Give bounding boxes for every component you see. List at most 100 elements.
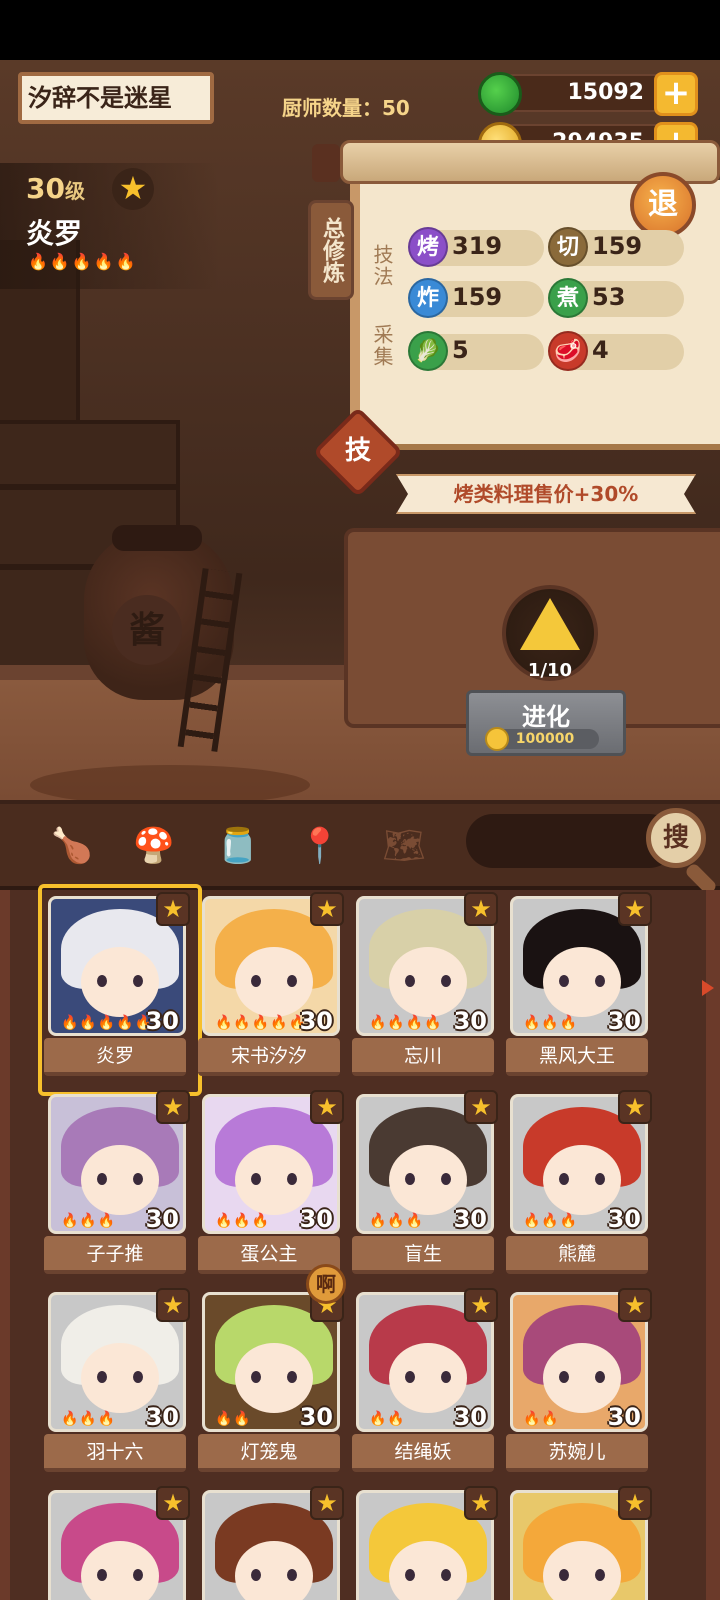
chef-card-name: 灯笼鬼 [198, 1434, 340, 1472]
chef-count-value: 50 [382, 96, 410, 120]
bake-value: 319 [452, 232, 503, 260]
portrait-eyes [557, 1569, 607, 1581]
cut-badge: 切 [548, 227, 588, 267]
portrait-eyes [557, 1371, 607, 1383]
total-training-tab[interactable]: 总修炼 [308, 200, 354, 300]
gather-vegetable: 🥬 5 [408, 331, 544, 371]
skill-bonus-banner: 烤类料理售价+30% [396, 474, 696, 514]
portrait-eyes [95, 1371, 145, 1383]
portrait-eyes [557, 1173, 607, 1185]
fry-badge: 炸 [408, 278, 448, 318]
chef-count-label: 厨师数量： [282, 96, 382, 120]
portrait-eyes [95, 1173, 145, 1185]
star-icon: ★ [464, 1288, 498, 1322]
chef-card[interactable]: ★ [198, 1486, 344, 1600]
chef-level-value: 30 [26, 172, 65, 205]
star-icon: ★ [310, 1090, 344, 1124]
chef-card[interactable]: 🔥🔥🔥 30 ★ 蛋公主 [198, 1090, 344, 1280]
chef-rarity-flames: 🔥🔥🔥🔥🔥 [28, 252, 138, 271]
chef-card-name: 苏婉儿 [506, 1434, 648, 1472]
location-icon[interactable]: 📍 [296, 822, 344, 870]
jade-icon [478, 72, 522, 116]
chef-card[interactable]: 🔥🔥🔥 30 ★ 熊麓 [506, 1090, 652, 1280]
skill-boil: 煮 53 [548, 278, 684, 318]
chef-card-level: 30 [453, 1007, 487, 1035]
chef-card[interactable]: 🔥🔥🔥 30 ★ 子子推 [44, 1090, 190, 1280]
rarity-flames: 🔥🔥 [215, 1411, 252, 1427]
scroll-cap [312, 144, 340, 182]
chef-card[interactable]: 🔥🔥 30 ★ 结绳妖 [352, 1288, 498, 1478]
boil-value: 53 [592, 283, 626, 311]
star-icon: ★ [618, 1486, 652, 1520]
chef-card-name: 羽十六 [44, 1434, 186, 1472]
skill-fry: 炸 159 [408, 278, 544, 318]
rarity-flames: 🔥🔥🔥🔥 [369, 1015, 443, 1031]
chef-card-level: 30 [453, 1205, 487, 1233]
chef-card[interactable]: 🔥🔥🔥 30 ★ 盲生 [352, 1090, 498, 1280]
star-icon: ★ [464, 1090, 498, 1124]
portrait-eyes [249, 1371, 299, 1383]
chef-card-name: 炎罗 [44, 1038, 186, 1076]
chef-card-level: 30 [145, 1205, 179, 1233]
chef-card-level: 30 [299, 1403, 333, 1431]
drumstick-icon[interactable]: 🍗 [48, 822, 96, 870]
star-icon: ★ [464, 892, 498, 926]
chef-card-level: 30 [607, 1403, 641, 1431]
jar-label: 酱 [112, 595, 182, 665]
mushroom-icon[interactable]: 🍄 [130, 822, 178, 870]
rarity-flames: 🔥🔥🔥 [61, 1213, 117, 1229]
chef-card-level: 30 [299, 1007, 333, 1035]
star-icon[interactable]: ★ [112, 168, 154, 210]
skill-cut: 切 159 [548, 227, 684, 267]
skill-bake: 烤 319 [408, 227, 544, 267]
search-button[interactable]: 搜 [646, 808, 706, 868]
chef-card-level: 30 [299, 1205, 333, 1233]
rarity-flames: 🔥🔥 [523, 1411, 560, 1427]
chef-card-name: 忘川 [352, 1038, 494, 1076]
vegetable-icon: 🥬 [408, 331, 448, 371]
chef-card-level: 30 [145, 1403, 179, 1431]
chef-card-name: 熊麓 [506, 1236, 648, 1274]
jade-counter: 15092 + [478, 72, 698, 116]
jar-icon[interactable]: 🫙 [214, 822, 262, 870]
character-shadow [30, 765, 310, 800]
chef-card[interactable]: ★ [44, 1486, 190, 1600]
fry-value: 159 [452, 283, 503, 311]
portrait-eyes [557, 975, 607, 987]
chef-count: 厨师数量：50 [282, 92, 410, 121]
add-jade-button[interactable]: + [654, 72, 698, 116]
chef-card[interactable]: ★ [352, 1486, 498, 1600]
chef-card[interactable]: 🔥🔥🔥🔥 30 ★ 忘川 [352, 892, 498, 1082]
star-icon: ★ [464, 1486, 498, 1520]
chef-card[interactable]: 🔥🔥🔥 30 ★ 羽十六 [44, 1288, 190, 1478]
chef-card[interactable]: 🔥🔥🔥🔥🔥 30 ★ 炎罗 [38, 884, 202, 1096]
map-icon[interactable]: 🗺 [380, 822, 428, 870]
bake-badge: 烤 [408, 227, 448, 267]
rarity-flames: 🔥🔥 [369, 1411, 406, 1427]
chef-card[interactable]: 🔥🔥 30 ★ 苏婉儿 [506, 1288, 652, 1478]
player-name-box[interactable]: 汐辞不是迷星 [18, 72, 214, 124]
star-icon: ★ [618, 1090, 652, 1124]
rarity-flames: 🔥🔥🔥 [523, 1213, 579, 1229]
chef-card-name: 子子推 [44, 1236, 186, 1274]
chef-card[interactable]: 🔥🔥 30 ★ 灯笼鬼啊 [198, 1264, 346, 1478]
chef-card-name: 结绳妖 [352, 1434, 494, 1472]
portrait-eyes [95, 1569, 145, 1581]
chef-card[interactable]: 🔥🔥🔥 30 ★ 黑风大王 [506, 892, 652, 1082]
jade-value: 15092 [567, 80, 644, 105]
portrait-eyes [249, 1173, 299, 1185]
chef-level: 30级 [26, 172, 85, 205]
chef-card[interactable]: 🔥🔥🔥🔥🔥 30 ★ 宋书汐汐 [198, 892, 344, 1082]
evolve-button[interactable]: 进化 100000 [466, 690, 626, 756]
portrait-eyes [403, 1371, 453, 1383]
meat-value: 4 [592, 336, 609, 364]
skill-badge[interactable]: 技 [326, 420, 390, 484]
chef-card[interactable]: ★ [506, 1486, 652, 1600]
star-icon: ★ [618, 892, 652, 926]
search-input[interactable] [466, 814, 676, 868]
gather-meat: 🥩 4 [548, 331, 684, 371]
rarity-flames: 🔥🔥🔥 [61, 1411, 117, 1427]
exit-button[interactable]: 退 [630, 172, 696, 238]
cut-value: 159 [592, 232, 643, 260]
arrow-right-icon[interactable] [702, 980, 714, 996]
